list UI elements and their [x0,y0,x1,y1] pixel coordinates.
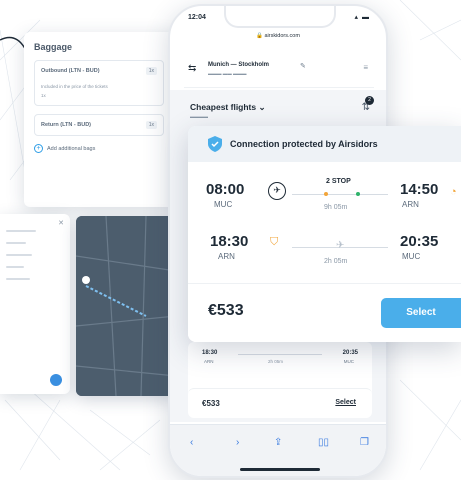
panel-line [6,278,30,280]
add-bags-button[interactable]: + Add additional bags [34,144,164,153]
outbound-depart-code: MUC [214,200,233,209]
route-line [238,354,322,355]
plus-icon: + [34,144,43,153]
route-subtitle: ▬▬▬ ▬▬ ▬▬▬ [208,71,247,76]
outbound-route-line [292,194,388,195]
select-button[interactable]: Select [381,298,461,328]
forward-icon[interactable]: › [236,437,239,448]
outbound-stops: 2 STOP [326,178,351,185]
protection-text: Connection protected by Airsidors [230,139,378,149]
return-depart-code: ARN [218,252,235,261]
url-text: airskidors.com [264,33,300,39]
included-note: Included in the price of the tickets [41,84,108,89]
return-baggage-badge: 1x [145,121,157,129]
url-bar[interactable]: 🔒 airskidors.com [170,33,386,39]
back-icon[interactable]: ‹ [190,437,193,448]
return-arrive-code: MUC [402,252,421,261]
stop-dot [324,192,328,196]
map-view[interactable] [76,216,176,396]
outbound-arrive-time: 14:50 [400,181,439,198]
results-count: ▬▬▬▬ [190,114,208,119]
second-select-button[interactable]: Select [335,399,356,406]
clock-warning-icon: ◔ [450,186,457,198]
home-indicator [240,468,320,471]
status-time: 12:04 [188,14,206,21]
second-arrive-code: MUC [343,359,354,364]
route-title: Munich — Stockholm [208,62,270,68]
phone-notch [224,6,336,28]
return-baggage-label: Return (LTN - BUD) [41,122,91,128]
panel-line [6,230,36,232]
price: €533 [208,302,244,319]
shield-warning-icon: ⛉ [270,236,279,248]
add-bags-label: Add additional bags [47,145,96,152]
second-price-row: €533 Select [188,388,372,418]
second-price: €533 [202,399,220,408]
second-arrive-time: 20:35 [342,350,358,356]
outbound-depart-time: 08:00 [206,181,245,198]
outbound-arrive-code: ARN [402,200,419,209]
outbound-baggage-badge: 1x [145,67,157,75]
second-duration: 2h 05m [268,359,284,364]
tabs-icon[interactable]: ❐ [360,437,369,448]
map-graphic [76,216,176,396]
sort-title-text: Cheapest flights [190,102,257,112]
route-bar[interactable]: ⇆ Munich — Stockholm ▬▬▬ ▬▬ ▬▬▬ ✎ ≡ [184,54,374,88]
outbound-duration: 9h 05m [324,204,348,211]
return-depart-time: 18:30 [210,233,249,250]
included-item: 1x [41,93,46,98]
filter-count-badge: 2 [365,96,374,105]
baggage-title: Baggage [34,42,73,52]
outbound-baggage-row[interactable]: Outbound (LTN - BUD) 1x Included in the … [34,60,164,106]
bookmarks-icon[interactable]: ▯▯ [318,437,329,448]
close-icon[interactable]: ✕ [58,219,64,227]
side-panel: ✕ [0,214,70,394]
return-duration: 2h 05m [324,258,348,265]
panel-line [6,266,24,268]
route-icon: ⇆ [188,63,197,74]
outbound-baggage-label: Outbound (LTN - BUD) [41,68,100,74]
return-baggage-row[interactable]: Return (LTN - BUD) 1x [34,114,164,136]
stop-dot [356,192,360,196]
return-arrive-time: 20:35 [400,233,439,250]
shield-icon [208,136,222,152]
chevron-down-icon: ⌄ [258,102,266,112]
price-area: €533 Select [188,283,461,342]
share-icon[interactable]: ⇪ [274,437,282,448]
panel-line [6,254,32,256]
signal-battery-icon: ▴ ▬ [354,14,370,21]
flight-result-card[interactable]: Connection protected by Airsidors 08:00 … [188,126,461,342]
edit-icon[interactable]: ✎ [300,62,306,70]
sort-title[interactable]: Cheapest flights ⌄ [190,102,266,113]
menu-icon[interactable]: ≡ [363,63,368,72]
second-depart-time: 18:30 [202,350,218,356]
baggage-card: Baggage Outbound (LTN - BUD) 1x Included… [24,32,174,207]
airline-logo-icon: ✈ [268,182,286,200]
location-fab-button[interactable] [50,374,62,386]
second-depart-code: ARN [204,359,214,364]
panel-line [6,242,26,244]
protection-banner: Connection protected by Airsidors [188,126,461,162]
plane-icon: ✈ [336,240,345,251]
